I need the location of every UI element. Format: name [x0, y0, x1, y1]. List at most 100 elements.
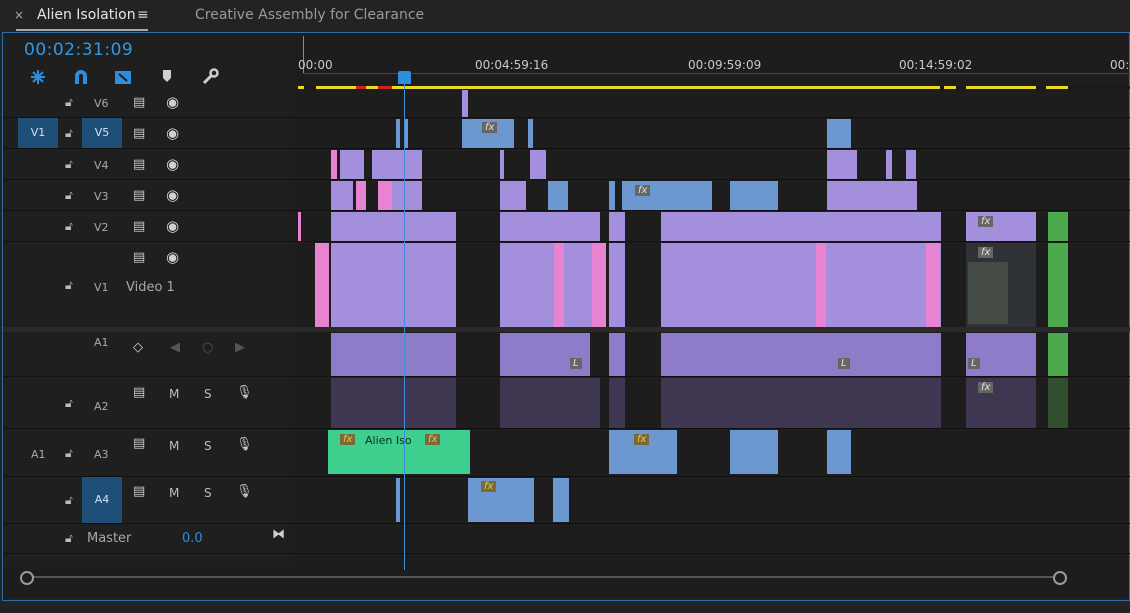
video-clip[interactable] [661, 243, 941, 327]
video-clip[interactable] [592, 243, 606, 327]
video-clip[interactable] [392, 181, 422, 210]
settings-wrench-icon[interactable] [199, 68, 221, 88]
tab-creative-assembly[interactable]: Creative Assembly for Clearance [195, 7, 424, 23]
eye-icon[interactable]: ◉ [166, 93, 179, 111]
add-marker-icon[interactable] [156, 68, 178, 88]
lock-icon[interactable]: 🔓︎ [65, 126, 73, 141]
audio-clip[interactable] [500, 333, 590, 376]
video-clip[interactable] [331, 150, 337, 179]
lock-icon[interactable]: 🔓︎ [65, 446, 73, 461]
video-clip[interactable] [298, 212, 301, 241]
video-clip[interactable] [1048, 243, 1068, 327]
next-keyframe-icon[interactable]: ▶ [235, 340, 245, 355]
audio-clip[interactable] [661, 378, 941, 428]
track-target-v5[interactable]: V5 [82, 118, 122, 148]
track-label-v1[interactable]: V1 [94, 281, 109, 294]
lock-icon[interactable]: 🔓︎ [65, 396, 73, 411]
audio-clip[interactable] [500, 378, 600, 428]
video-clip[interactable] [827, 150, 857, 179]
film-icon[interactable]: ▤ [133, 484, 145, 499]
track-label-a3[interactable]: A3 [94, 448, 109, 461]
tab-alien-isolation[interactable]: Alien Isolation [37, 7, 136, 23]
video-clip[interactable] [730, 181, 778, 210]
playhead-line[interactable] [404, 84, 405, 570]
video-clip[interactable] [661, 212, 941, 241]
mic-icon[interactable]: 🎙︎ [236, 484, 253, 499]
video-clip[interactable] [816, 243, 826, 327]
video-clip[interactable] [609, 181, 615, 210]
eye-icon[interactable]: ◉ [166, 124, 179, 142]
audio-clip[interactable] [331, 333, 456, 376]
video-clip[interactable] [906, 150, 916, 179]
video-clip[interactable] [378, 181, 392, 210]
video-clip[interactable] [609, 243, 625, 327]
audio-clip[interactable] [609, 378, 625, 428]
video-clip[interactable] [331, 243, 456, 327]
eye-icon[interactable]: ◉ [166, 155, 179, 173]
audio-clip[interactable] [1048, 378, 1068, 428]
film-icon[interactable]: ▤ [133, 219, 145, 234]
playhead-timecode[interactable]: 00:02:31:09 [24, 40, 133, 60]
lock-icon[interactable]: 🔓︎ [65, 157, 73, 172]
film-icon[interactable]: ▤ [133, 188, 145, 203]
audio-clip[interactable] [609, 333, 625, 376]
audio-clip[interactable] [661, 333, 941, 376]
keyframe-icon[interactable]: ◇ [133, 340, 143, 355]
linked-selection-icon[interactable] [112, 68, 134, 88]
audio-clip[interactable] [331, 378, 456, 428]
film-icon[interactable]: ▤ [133, 436, 145, 451]
lock-icon[interactable]: 🔓︎ [65, 95, 73, 110]
audio-clip[interactable] [966, 333, 1036, 376]
audio-clip[interactable] [966, 378, 1036, 428]
lock-icon[interactable]: 🔓︎ [65, 531, 73, 546]
prev-keyframe-icon[interactable]: ◀ [170, 340, 180, 355]
track-label-v4[interactable]: V4 [94, 159, 109, 172]
video-clip[interactable] [554, 243, 564, 327]
audio-clip[interactable] [730, 430, 778, 474]
magnet-snap-icon[interactable] [70, 68, 92, 88]
mute-button[interactable]: M [169, 387, 179, 401]
video-clip[interactable] [528, 119, 533, 148]
scroll-start-handle[interactable] [20, 571, 34, 585]
video-clip[interactable] [548, 181, 568, 210]
track-label-v6[interactable]: V6 [94, 97, 109, 110]
video-clip[interactable] [315, 243, 329, 327]
source-patch-a1[interactable]: A1 [31, 448, 46, 461]
track-label-a2[interactable]: A2 [94, 400, 109, 413]
video-clip[interactable] [886, 150, 892, 179]
video-clip[interactable] [827, 119, 851, 148]
video-clip[interactable] [827, 181, 917, 210]
solo-button[interactable]: S [204, 387, 212, 401]
add-keyframe-icon[interactable]: ○ [202, 340, 213, 355]
scroll-end-handle[interactable] [1053, 571, 1067, 585]
horizontal-scroll-track[interactable] [26, 576, 1060, 578]
eye-icon[interactable]: ◉ [166, 217, 179, 235]
film-icon[interactable]: ▤ [133, 126, 145, 141]
film-icon[interactable]: ▤ [133, 157, 145, 172]
mute-button[interactable]: M [169, 486, 179, 500]
lock-icon[interactable]: 🔓︎ [65, 188, 73, 203]
solo-button[interactable]: S [204, 486, 212, 500]
video-clip[interactable] [340, 150, 364, 179]
video-clip[interactable] [500, 181, 526, 210]
tab-menu-icon[interactable]: ≡ [137, 7, 149, 23]
video-clip[interactable] [331, 181, 353, 210]
lock-icon[interactable]: 🔓︎ [65, 493, 73, 508]
track-label-a1[interactable]: A1 [94, 336, 109, 349]
video-clip[interactable] [966, 212, 1036, 241]
film-icon[interactable]: ▤ [133, 95, 145, 110]
track-label-v2[interactable]: V2 [94, 221, 109, 234]
eye-icon[interactable]: ◉ [166, 248, 179, 266]
lock-icon[interactable]: 🔓︎ [65, 278, 73, 293]
master-volume-value[interactable]: 0.0 [182, 531, 203, 546]
video-clip[interactable] [462, 90, 468, 117]
mute-button[interactable]: M [169, 439, 179, 453]
video-clip[interactable] [396, 119, 400, 148]
eye-icon[interactable]: ◉ [166, 186, 179, 204]
video-clip[interactable] [1048, 212, 1068, 241]
lock-icon[interactable]: 🔓︎ [65, 219, 73, 234]
close-tab-icon[interactable]: × [14, 8, 24, 22]
track-label-v3[interactable]: V3 [94, 190, 109, 203]
video-clip[interactable] [372, 150, 422, 179]
track-target-a4[interactable]: A4 [82, 477, 122, 523]
